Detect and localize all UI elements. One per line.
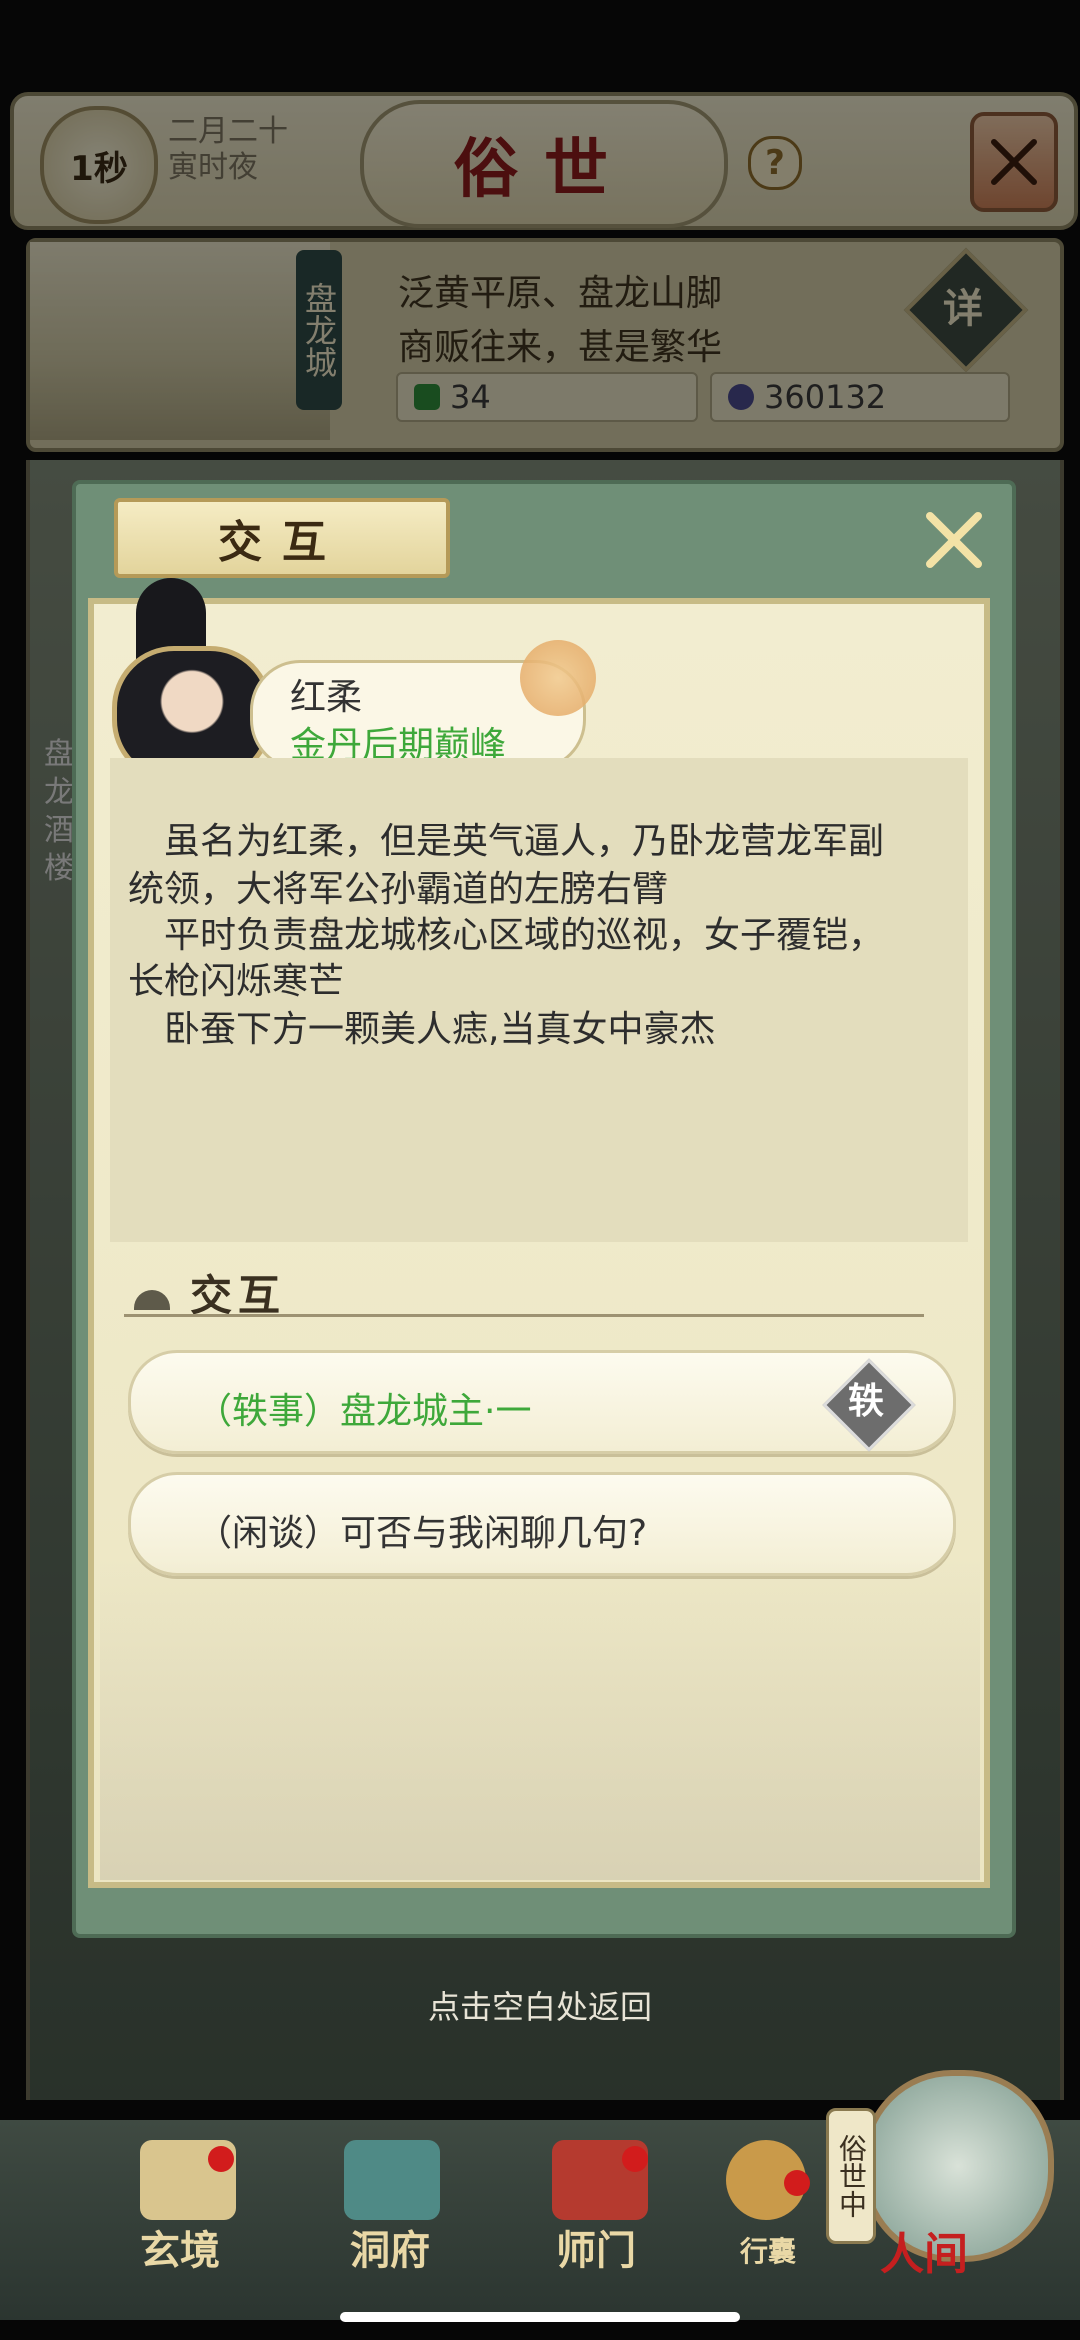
nav-dongfu[interactable]: 洞府 [350,2218,430,2276]
home-indicator[interactable] [340,2312,740,2322]
anecdote-badge-label: 轶 [847,1381,884,1422]
return-hint[interactable]: 点击空白处返回 [0,1982,1080,2028]
sun-decoration [520,640,596,716]
description-line: 平时负责盘龙城核心区域的巡视，女子覆铠， [164,915,885,956]
close-icon [926,512,982,568]
notification-dot [622,2146,648,2172]
notification-dot [208,2146,234,2172]
status-tag: 俗世中 [826,2108,876,2244]
option-anecdote-label: （轶事）盘龙城主·一 [196,1391,532,1432]
dialog-close-button[interactable] [918,504,990,576]
human-world-label: 人间 [880,2229,968,2280]
section-divider [124,1314,924,1317]
nav-xuanjing[interactable]: 玄境 [140,2218,220,2276]
option-chat-label: （闲谈）可否与我闲聊几句? [196,1513,648,1554]
dialog-title-plate: 交互 [114,498,450,578]
description-line: 虽名为红柔，但是英气逼人，乃卧龙营龙军副 [164,821,885,862]
app-screen: 1秒 二月二十 寅时夜 俗世 ? 盘龙城 泛黄平原、盘龙山脚 商贩往来，甚是繁华… [0,0,1080,2340]
notification-dot [784,2170,810,2196]
npc-name: 红柔 [290,677,363,718]
description-line: 卧蚕下方一颗美人痣,当真女中豪杰 [164,1009,716,1050]
pavilion-icon[interactable] [344,2140,440,2220]
description-line: 长枪闪烁寒芒 [128,961,345,1002]
description-line: 统领，大将军公孙霸道的左膀右臂 [128,869,669,910]
dialog-title: 交互 [218,517,346,568]
nav-xingnang[interactable]: 行囊 [740,2230,796,2270]
nav-shimen[interactable]: 师门 [556,2218,636,2276]
mountain-mist-decoration [100,1560,980,1880]
